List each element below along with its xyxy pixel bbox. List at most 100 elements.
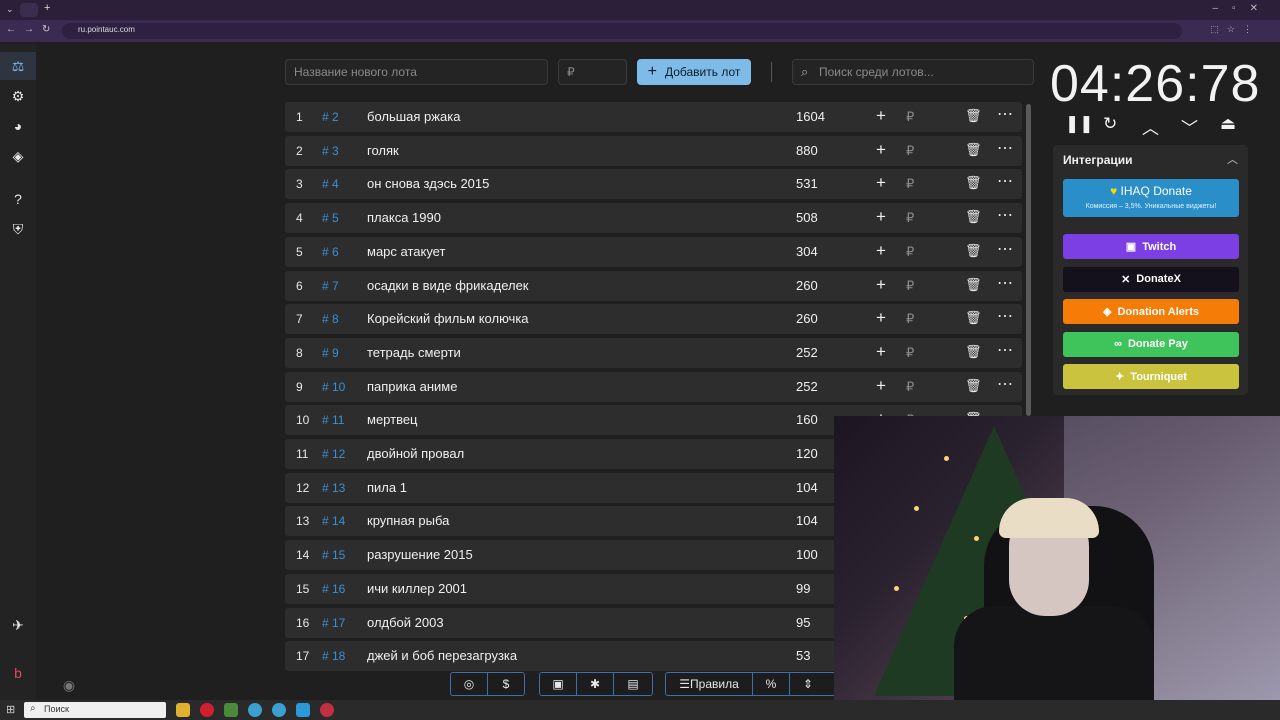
ruble-icon[interactable]: ₽ <box>906 109 914 125</box>
ruble-icon[interactable]: ₽ <box>906 278 914 294</box>
delete-icon[interactable]: 🗑 <box>965 310 982 326</box>
integration-button[interactable]: ✦ Tourniquet <box>1063 364 1239 389</box>
github-icon[interactable]: ◎ <box>451 673 487 695</box>
shield-check-icon[interactable]: ⛨ <box>9 220 27 238</box>
lot-row[interactable]: 8 # 9 тетрадь смерти 252 + ₽ 🗑 ⋯ <box>285 337 1022 368</box>
lot-id[interactable]: # 17 <box>322 616 345 630</box>
auction-gavel-icon[interactable]: ⚖ <box>9 57 27 75</box>
bug-icon[interactable]: ✱ <box>577 673 613 695</box>
lot-row[interactable]: 4 # 5 плакса 1990 508 + ₽ 🗑 ⋯ <box>285 203 1022 234</box>
lot-amount[interactable]: 880 <box>796 143 818 158</box>
clear-icon[interactable]: ▤ <box>614 673 652 695</box>
lot-id[interactable]: # 14 <box>322 514 345 528</box>
lot-id[interactable]: # 11 <box>322 413 344 427</box>
lot-id[interactable]: # 8 <box>322 312 339 326</box>
delete-icon[interactable]: 🗑 <box>965 243 982 259</box>
ruble-icon[interactable]: ₽ <box>906 345 914 361</box>
lot-id[interactable]: # 4 <box>322 177 339 191</box>
chrome-icon[interactable] <box>248 703 262 717</box>
lot-id[interactable]: # 13 <box>322 481 345 495</box>
lot-row[interactable]: 5 # 6 марс атакует 304 + ₽ 🗑 ⋯ <box>285 236 1022 267</box>
lot-name[interactable]: голяк <box>367 143 399 158</box>
new-tab-icon[interactable]: + <box>44 2 50 14</box>
percent-button[interactable]: % <box>753 673 789 695</box>
lot-id[interactable]: # 15 <box>322 548 345 562</box>
lot-amount[interactable]: 260 <box>796 311 818 326</box>
more-options-icon[interactable]: ⋯ <box>997 273 1013 293</box>
lot-id[interactable]: # 9 <box>322 346 339 360</box>
add-amount-icon[interactable]: + <box>876 173 886 193</box>
lot-amount[interactable]: 260 <box>796 278 818 293</box>
lot-amount[interactable]: 304 <box>796 244 818 259</box>
lot-amount[interactable]: 99 <box>796 581 810 596</box>
lot-name[interactable]: разрушение 2015 <box>367 547 473 562</box>
lot-amount[interactable]: 104 <box>796 513 818 528</box>
lot-id[interactable]: # 2 <box>322 110 339 124</box>
ihaq-donate-button[interactable]: ♥ IHAQ Donate Комиссия – 3,5%. Уникальны… <box>1063 179 1239 217</box>
ruble-icon[interactable]: ₽ <box>906 210 914 226</box>
align-icon[interactable]: ⇕ <box>790 673 826 695</box>
more-options-icon[interactable]: ⋯ <box>997 340 1013 360</box>
lot-amount[interactable]: 1604 <box>796 109 825 124</box>
lot-name-input[interactable]: Название нового лота <box>285 59 548 85</box>
more-options-icon[interactable]: ⋯ <box>997 374 1013 394</box>
ruble-icon[interactable]: ₽ <box>906 311 914 327</box>
add-amount-icon[interactable]: + <box>876 342 886 362</box>
lot-row[interactable]: 7 # 8 Корейский фильм колючка 260 + ₽ 🗑 ⋯ <box>285 304 1022 335</box>
delete-icon[interactable]: 🗑 <box>965 142 982 158</box>
chrome-icon[interactable] <box>272 703 286 717</box>
delete-icon[interactable]: 🗑 <box>965 175 982 191</box>
lot-amount[interactable]: 100 <box>796 547 818 562</box>
eye-icon[interactable]: ◉ <box>60 676 78 694</box>
lot-row[interactable]: 6 # 7 осадки в виде фрикаделек 260 + ₽ 🗑 ⋯ <box>285 270 1022 301</box>
lot-amount[interactable]: 252 <box>796 379 818 394</box>
lot-id[interactable]: # 10 <box>322 380 345 394</box>
file-explorer-icon[interactable] <box>176 703 190 717</box>
ruble-icon[interactable]: ₽ <box>906 379 914 395</box>
opera-icon[interactable] <box>200 703 214 717</box>
lot-row[interactable]: 9 # 10 паприка аниме 252 + ₽ 🗑 ⋯ <box>285 371 1022 402</box>
pause-icon[interactable]: ❚❚ <box>1065 114 1094 134</box>
minecraft-icon[interactable] <box>224 703 238 717</box>
lot-name[interactable]: Корейский фильм колючка <box>367 311 529 326</box>
chevron-up-icon[interactable]: ︿ <box>1142 114 1159 139</box>
lot-amount[interactable]: 252 <box>796 345 818 360</box>
lot-amount[interactable]: 53 <box>796 648 810 663</box>
add-amount-icon[interactable]: + <box>876 275 886 295</box>
app-icon[interactable] <box>320 703 334 717</box>
integration-button[interactable]: ✕ DonateX <box>1063 266 1239 292</box>
lot-amount[interactable]: 95 <box>796 615 810 630</box>
lot-name[interactable]: большая ржака <box>367 109 460 124</box>
layers-icon[interactable]: ◈ <box>9 147 27 165</box>
lot-name[interactable]: тетрадь смерти <box>367 345 461 360</box>
delete-icon[interactable]: 🗑 <box>965 344 982 360</box>
lot-id[interactable]: # 6 <box>322 245 339 259</box>
lot-name[interactable]: мертвец <box>367 412 418 427</box>
lot-name[interactable]: джей и боб перезагрузка <box>367 648 517 663</box>
integration-button[interactable]: ▣ Twitch <box>1063 234 1239 259</box>
boosty-icon[interactable]: b <box>9 664 27 682</box>
telegram-icon[interactable]: ✈ <box>9 616 27 634</box>
ruble-icon[interactable]: ₽ <box>906 244 914 260</box>
lot-row[interactable]: 1 # 2 большая ржака 1604 + ₽ 🗑 ⋯ <box>285 102 1022 132</box>
tab-list-icon[interactable]: ⌄ <box>6 4 14 15</box>
save-icon[interactable]: ▣ <box>540 673 576 695</box>
lot-row[interactable]: 3 # 4 он снова здэсь 2015 531 + ₽ 🗑 ⋯ <box>285 169 1022 200</box>
integration-button[interactable]: ◈ Donation Alerts <box>1063 299 1239 324</box>
browser-tab[interactable] <box>20 3 38 17</box>
ruble-icon[interactable]: ₽ <box>906 176 914 192</box>
help-icon[interactable]: ? <box>9 190 27 208</box>
add-amount-icon[interactable]: + <box>876 106 886 126</box>
more-options-icon[interactable]: ⋯ <box>997 306 1013 326</box>
lot-id[interactable]: # 7 <box>322 279 339 293</box>
more-options-icon[interactable]: ⋯ <box>997 171 1013 191</box>
add-amount-icon[interactable]: + <box>876 207 886 227</box>
telegram-app-icon[interactable] <box>296 703 310 717</box>
integration-button[interactable]: ∞ Donate Pay <box>1063 331 1239 357</box>
lot-search-input[interactable]: ⌕ Поиск среди лотов... <box>792 59 1034 85</box>
lot-amount[interactable]: 508 <box>796 210 818 225</box>
rules-button[interactable]: ☰ Правила <box>666 673 752 695</box>
lot-amount[interactable]: 531 <box>796 176 818 191</box>
lot-name[interactable]: марс атакует <box>367 244 445 259</box>
url-field[interactable]: ru.pointauc.com <box>62 23 1182 39</box>
